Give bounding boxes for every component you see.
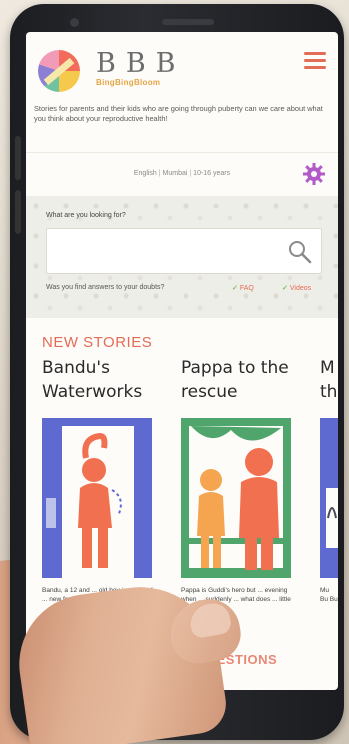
header-divider: [26, 152, 338, 153]
story-title[interactable]: M th: [320, 356, 338, 404]
search-label: What are you looking for?: [46, 212, 126, 219]
story-illustration-partial[interactable]: [320, 418, 338, 578]
site-tagline: Stories for parents and their kids who a…: [34, 104, 323, 123]
app-logo-text[interactable]: BBB: [96, 48, 186, 79]
check-icon: ✓: [232, 285, 238, 292]
app-logo-subtext: BingBingBloom: [96, 78, 161, 87]
volume-down-button: [15, 190, 21, 234]
faq-option-label: FAQ: [239, 285, 254, 292]
volume-up-button: [15, 136, 21, 180]
check-icon: ✓: [282, 285, 288, 292]
language-selector[interactable]: English: [134, 170, 157, 177]
story-title[interactable]: Pappa to the rescue: [181, 356, 296, 404]
story-card[interactable]: Pappa to the rescue Pappa is Guddi's her…: [181, 356, 296, 612]
search-input[interactable]: [46, 228, 322, 274]
story-card[interactable]: Bandu's Waterworks Bandu, a 12 and ... o…: [42, 356, 157, 603]
age-group-selector[interactable]: 10-16 years: [187, 170, 230, 177]
story-snippet: Mu Bu Bu: [320, 587, 338, 603]
videos-option[interactable]: ✓ Videos: [282, 284, 311, 292]
photo-background: LG BBB BingBingBloom Stories for parents…: [0, 0, 349, 744]
search-section: What are you looking for? Was you find a…: [26, 196, 338, 318]
story-illustration-father-daughter[interactable]: [181, 418, 291, 578]
story-illustration-boy[interactable]: [42, 418, 152, 578]
phone-screen: BBB BingBingBloom Stories for parents an…: [26, 32, 338, 690]
earpiece-speaker: [162, 19, 214, 25]
new-stories-heading: NEW STORIES: [42, 334, 153, 351]
story-title[interactable]: Bandu's Waterworks: [42, 356, 157, 404]
feedback-question: Was you find answers to your doubts?: [46, 284, 165, 291]
preferences-bar[interactable]: EnglishMumbai10-16 years: [26, 170, 338, 177]
search-icon[interactable]: [287, 239, 313, 265]
search-feedback-row: Was you find answers to your doubts? ✓ FA…: [46, 284, 336, 292]
faq-option[interactable]: ✓ FAQ: [232, 284, 254, 292]
story-card-partial[interactable]: M th Mu Bu Bu: [320, 356, 338, 603]
hamburger-menu-icon[interactable]: [304, 52, 326, 70]
settings-gear-icon[interactable]: [302, 162, 326, 186]
videos-option-label: Videos: [289, 285, 312, 292]
front-camera: [70, 18, 79, 27]
city-selector[interactable]: Mumbai: [157, 170, 188, 177]
app-logo-icon[interactable]: [38, 50, 80, 92]
